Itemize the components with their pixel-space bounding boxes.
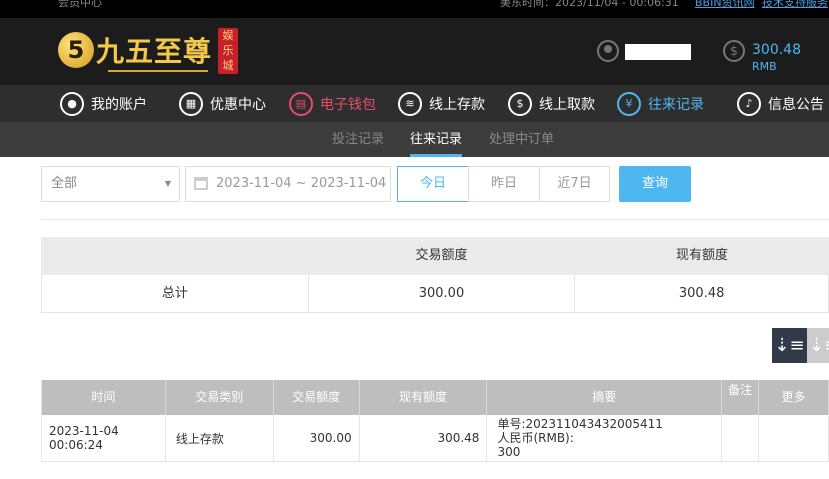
yesterday-button[interactable]: 昨日 bbox=[468, 166, 540, 202]
tab-transaction-records[interactable]: 往来记录 bbox=[410, 122, 463, 157]
coin-icon: $ bbox=[723, 40, 745, 62]
member-center-label: 会员中心 bbox=[58, 0, 102, 9]
top-bar: 会员中心 美东时间：2023/11/04 - 00:06:31 BBIN资讯网 … bbox=[0, 0, 829, 18]
nav-label: 信息公告 bbox=[768, 96, 824, 113]
table-row: 2023-11-04 00:06:24 线上存款 300.00 300.48 单… bbox=[42, 415, 829, 462]
records-header-cell: 交易类别 bbox=[166, 380, 274, 415]
nav-label: 我的账户 bbox=[91, 96, 147, 113]
balance-currency: RMB bbox=[752, 60, 777, 73]
record-icon: ¥ bbox=[617, 91, 641, 116]
records-header-cell: 现有额度 bbox=[360, 380, 488, 415]
bell-icon: ♪ bbox=[737, 91, 761, 116]
eastern-time: 美东时间：2023/11/04 - 00:06:31 bbox=[500, 0, 679, 9]
record-note bbox=[722, 415, 760, 461]
summary-header-cell: 现有额度 bbox=[675, 248, 728, 263]
withdraw-icon: $ bbox=[508, 91, 532, 116]
summary-row: 总计 300.00 300.48 bbox=[41, 275, 829, 313]
nav-label: 线上取款 bbox=[539, 96, 595, 113]
tab-pending-orders[interactable]: 处理中订单 bbox=[489, 122, 554, 157]
summary-total-label: 总计 bbox=[42, 275, 309, 312]
records-header: 时间 交易类别 交易额度 现有额度 摘要 备注 更多 bbox=[42, 380, 829, 415]
user-icon bbox=[597, 40, 619, 62]
nav-online-deposit[interactable]: ≋ 线上存款 bbox=[398, 85, 485, 122]
logo-emblem: 5 bbox=[58, 32, 94, 68]
wallet-icon: ▤ bbox=[289, 91, 313, 116]
date-range-picker[interactable]: 2023-11-04 ~ 2023-11-04 bbox=[185, 166, 391, 202]
date-range-value: 2023-11-04 ~ 2023-11-04 bbox=[216, 176, 387, 191]
records-header-cell: 时间 bbox=[42, 380, 166, 415]
bbin-news-link[interactable]: BBIN资讯网 bbox=[695, 0, 755, 10]
nav-online-withdraw[interactable]: $ 线上取款 bbox=[508, 85, 595, 122]
sort-asc-icon[interactable]: ⇣≡ bbox=[807, 328, 829, 363]
summary-table: 交易额度 现有额度 总计 300.00 300.48 bbox=[41, 237, 829, 313]
record-type: 线上存款 bbox=[166, 415, 274, 461]
chevron-down-icon: ▼ bbox=[164, 179, 171, 188]
record-currency-amount: 300 bbox=[497, 445, 521, 459]
search-button[interactable]: 查询 bbox=[619, 166, 691, 202]
tab-bet-records[interactable]: 投注记录 bbox=[332, 122, 384, 157]
logo-ornament bbox=[108, 70, 208, 72]
nav-promotions[interactable]: ▦ 优惠中心 bbox=[179, 85, 266, 122]
main-nav: ● 我的账户 ▦ 优惠中心 ▤ 电子钱包 ≋ 线上存款 $ 线上取款 ¥ 往来记… bbox=[0, 85, 829, 122]
summary-header-cell bbox=[41, 237, 308, 275]
summary-header: 交易额度 现有额度 bbox=[41, 237, 829, 275]
nav-transaction-records[interactable]: ¥ 往来记录 bbox=[617, 85, 704, 122]
tech-support-link[interactable]: 技术支持服务 bbox=[762, 0, 828, 10]
header: 5 九五至尊 娱乐城 $ 300.48 RMB bbox=[0, 18, 829, 85]
user-icon: ● bbox=[60, 91, 84, 116]
record-currency-label: 人民币(RMB): bbox=[497, 431, 574, 445]
today-button[interactable]: 今日 bbox=[397, 166, 469, 202]
deposit-icon: ≋ bbox=[398, 91, 422, 116]
records-header-cell: 交易额度 bbox=[274, 380, 360, 415]
record-summary: 单号:202311043432005411 人民币(RMB): 300 bbox=[487, 415, 723, 461]
nav-label: 优惠中心 bbox=[210, 96, 266, 113]
nav-my-account[interactable]: ● 我的账户 bbox=[60, 85, 147, 122]
nav-label: 线上存款 bbox=[429, 96, 485, 113]
nav-label: 电子钱包 bbox=[320, 96, 376, 113]
records-table: 时间 交易类别 交易额度 现有额度 摘要 备注 更多 2023-11-04 00… bbox=[41, 380, 829, 462]
type-select-value: 全部 bbox=[51, 176, 78, 191]
logo-name: 九五至尊 bbox=[96, 35, 213, 68]
logo-badge: 娱乐城 bbox=[218, 28, 238, 74]
type-select[interactable]: 全部 ▼ bbox=[41, 166, 180, 202]
record-time: 2023-11-04 00:06:24 bbox=[42, 415, 166, 461]
calendar-icon bbox=[194, 177, 208, 190]
gift-icon: ▦ bbox=[179, 91, 203, 116]
summary-total-amount: 300.00 bbox=[309, 275, 576, 312]
sort-desc-icon[interactable]: ⇣≡ bbox=[772, 328, 807, 363]
records-header-cell: 摘要 bbox=[487, 380, 723, 415]
balance-amount: 300.48 bbox=[752, 42, 801, 58]
records-header-cell: 更多 bbox=[759, 380, 829, 415]
balance-display: 300.48 RMB bbox=[752, 42, 829, 74]
record-balance: 300.48 bbox=[360, 415, 488, 461]
record-amount: 300.00 bbox=[274, 415, 360, 461]
summary-header-cell: 交易额度 bbox=[415, 248, 468, 263]
last-7-days-button[interactable]: 近7日 bbox=[539, 166, 610, 202]
logo[interactable]: 5 九五至尊 娱乐城 bbox=[58, 26, 243, 76]
record-more[interactable] bbox=[759, 415, 829, 461]
username-redacted bbox=[625, 44, 691, 60]
summary-total-balance: 300.48 bbox=[575, 275, 829, 312]
divider bbox=[41, 219, 829, 220]
records-header-cell: 备注 bbox=[722, 380, 760, 415]
nav-label: 往来记录 bbox=[648, 96, 704, 113]
nav-e-wallet[interactable]: ▤ 电子钱包 bbox=[289, 85, 376, 122]
record-order-number: 单号:202311043432005411 bbox=[497, 417, 663, 431]
sub-nav: 投注记录 往来记录 处理中订单 bbox=[0, 122, 829, 157]
nav-announcements[interactable]: ♪ 信息公告 bbox=[737, 85, 824, 122]
